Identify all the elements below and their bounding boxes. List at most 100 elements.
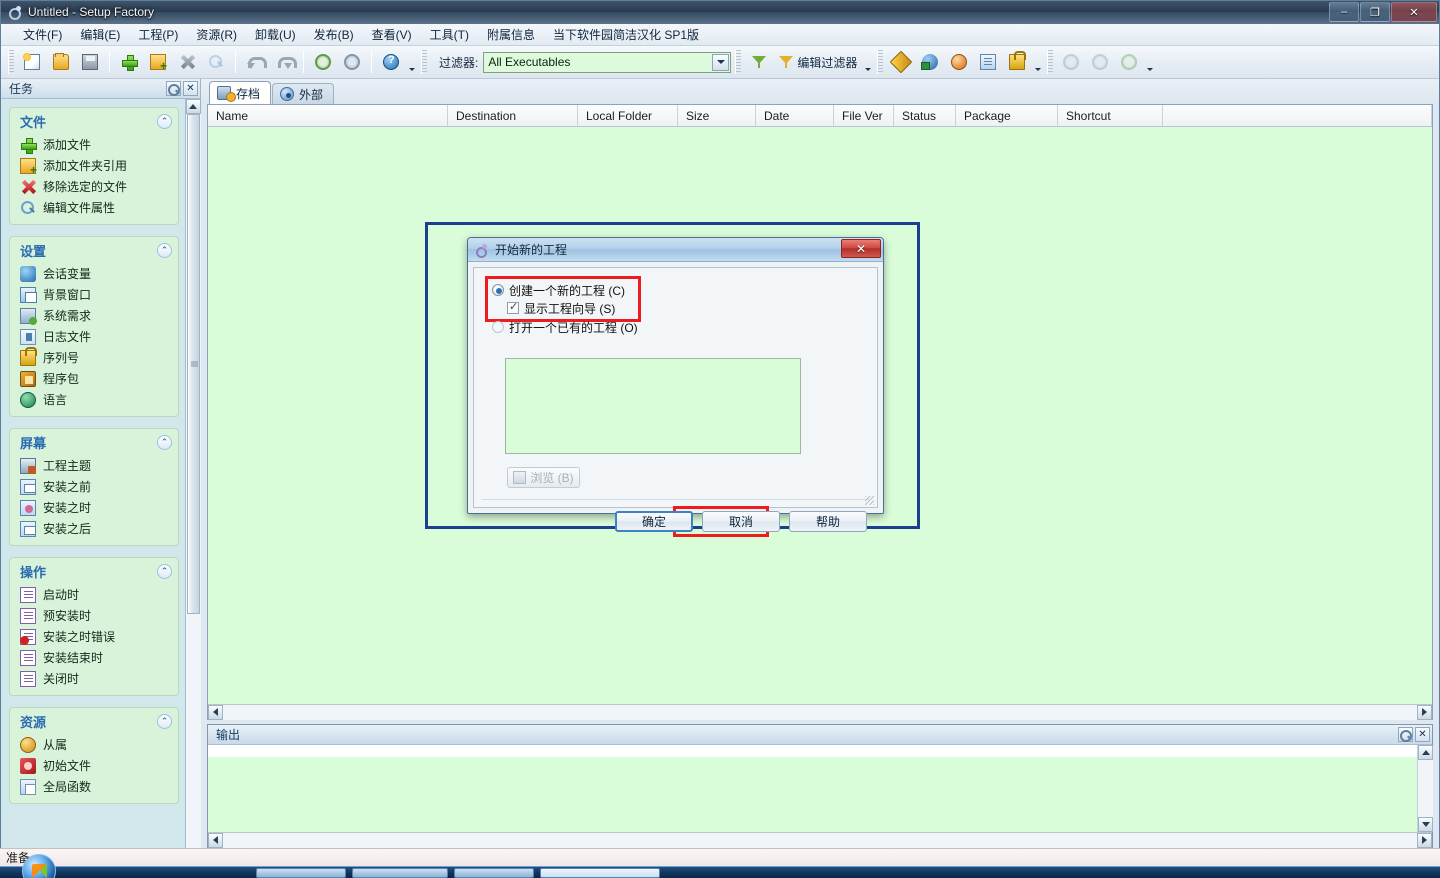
task-item-on-shutdown[interactable]: 关闭时: [10, 668, 178, 689]
cancel-button[interactable]: 取消: [702, 511, 780, 532]
close-button[interactable]: ✕: [1391, 2, 1437, 22]
publish-button[interactable]: [1115, 49, 1143, 75]
edit-filter-button[interactable]: 编辑过滤器: [774, 49, 861, 75]
task-group-header[interactable]: 设置 ⌃: [10, 237, 178, 263]
apply-filter-button[interactable]: [745, 49, 773, 75]
ok-button[interactable]: 确定: [615, 511, 693, 532]
task-item-add-file[interactable]: 添加文件: [10, 134, 178, 155]
task-item-after-install[interactable]: 安装之后: [10, 518, 178, 539]
help-button[interactable]: 帮助: [789, 511, 867, 532]
output-scroll-down-button[interactable]: [1418, 817, 1433, 832]
task-item-remove-selected[interactable]: 移除选定的文件: [10, 176, 178, 197]
output-hscroll-left-button[interactable]: [208, 832, 223, 848]
scroll-track[interactable]: [185, 114, 201, 850]
redo-button[interactable]: [270, 49, 298, 75]
tasks-pane-close-button[interactable]: ✕: [183, 81, 198, 96]
build-more-button[interactable]: [1144, 49, 1155, 75]
scroll-thumb[interactable]: [186, 114, 200, 614]
build-button[interactable]: [1057, 49, 1085, 75]
task-item-project-theme[interactable]: 工程主题: [10, 455, 178, 476]
column-header-size[interactable]: Size: [678, 105, 756, 126]
task-item-edit-properties[interactable]: 编辑文件属性: [10, 197, 178, 218]
column-header-name[interactable]: Name: [208, 105, 448, 126]
output-vscrollbar[interactable]: [1417, 745, 1433, 832]
toolbar-grip-5[interactable]: [1047, 50, 1054, 74]
task-item-before-install[interactable]: 安装之前: [10, 476, 178, 497]
task-item-on-startup[interactable]: 启动时: [10, 584, 178, 605]
tab-archive[interactable]: 存档: [209, 81, 272, 104]
task-item-system-requirements[interactable]: 系统需求: [10, 305, 178, 326]
column-header-file-ver[interactable]: File Ver: [834, 105, 894, 126]
tasks-pane-scrollbar[interactable]: [185, 99, 201, 865]
output-content[interactable]: [208, 757, 1417, 832]
task-item-dependencies[interactable]: 从属: [10, 734, 178, 755]
tasks-pane-pin-button[interactable]: [166, 81, 181, 96]
minimize-button[interactable]: –: [1329, 2, 1359, 22]
browse-button[interactable]: 浏览 (B): [507, 467, 580, 488]
hscroll-right-button[interactable]: [1417, 704, 1432, 720]
column-header-shortcut[interactable]: Shortcut: [1058, 105, 1163, 126]
collapse-chevron-icon[interactable]: ⌃: [157, 713, 172, 729]
menu-about-info[interactable]: 附属信息: [479, 24, 543, 45]
output-hscrollbar[interactable]: [208, 832, 1432, 848]
filter-more-button[interactable]: [862, 49, 873, 75]
collapse-chevron-icon[interactable]: ⌃: [157, 563, 172, 579]
task-item-language[interactable]: 语言: [10, 389, 178, 410]
checkbox-show-wizard[interactable]: 显示工程向导 (S): [507, 299, 615, 317]
script-editor-button[interactable]: [887, 49, 915, 75]
task-group-header[interactable]: 屏幕 ⌃: [10, 429, 178, 455]
menu-resources[interactable]: 资源(R): [188, 24, 245, 45]
menu-view[interactable]: 查看(V): [364, 24, 420, 45]
task-item-log-file[interactable]: 日志文件: [10, 326, 178, 347]
collapse-chevron-icon[interactable]: ⌃: [157, 113, 172, 129]
find-button[interactable]: [202, 49, 230, 75]
network-button[interactable]: [916, 49, 944, 75]
new-project-button[interactable]: [18, 49, 46, 75]
web-button[interactable]: [945, 49, 973, 75]
column-header-destination[interactable]: Destination: [448, 105, 578, 126]
menu-project[interactable]: 工程(P): [130, 24, 186, 45]
build-settings-button[interactable]: [309, 49, 337, 75]
task-item-serial-number[interactable]: 序列号: [10, 346, 178, 368]
hscroll-track[interactable]: [223, 704, 1417, 720]
task-group-header[interactable]: 资源 ⌃: [10, 708, 178, 734]
test-button[interactable]: [1086, 49, 1114, 75]
task-item-session-variables[interactable]: 会话变量: [10, 263, 178, 284]
column-header-status[interactable]: Status: [894, 105, 956, 126]
task-item-background-window[interactable]: 背景窗口: [10, 284, 178, 305]
security-button[interactable]: [1003, 49, 1031, 75]
task-item-on-preinstall[interactable]: 预安装时: [10, 605, 178, 626]
output-hscroll-right-button[interactable]: [1417, 832, 1432, 848]
tools-more-button[interactable]: [1032, 49, 1043, 75]
column-header-date[interactable]: Date: [756, 105, 834, 126]
taskbar-item-active[interactable]: [540, 867, 660, 878]
toolbar-grip-4[interactable]: [877, 50, 884, 74]
menu-build[interactable]: 发布(B): [306, 24, 362, 45]
output-scroll-up-button[interactable]: [1418, 745, 1433, 760]
task-item-on-install-finish[interactable]: 安装结束时: [10, 647, 178, 668]
column-header-local-folder[interactable]: Local Folder: [578, 105, 678, 126]
task-item-during-install[interactable]: 安装之时: [10, 497, 178, 518]
radio-open-existing-project[interactable]: 打开一个已有的工程 (O): [492, 318, 638, 336]
maximize-button[interactable]: ❐: [1360, 2, 1390, 22]
output-text-area[interactable]: [208, 745, 1417, 832]
output-pane-pin-button[interactable]: [1398, 727, 1413, 742]
task-item-add-folder-ref[interactable]: 添加文件夹引用: [10, 155, 178, 177]
hscroll-left-button[interactable]: [208, 704, 223, 720]
taskbar-item-2[interactable]: [352, 867, 448, 878]
column-header-package[interactable]: Package: [956, 105, 1058, 126]
menu-tools[interactable]: 工具(T): [422, 24, 477, 45]
save-project-button[interactable]: [76, 49, 104, 75]
task-group-header[interactable]: 操作 ⌃: [10, 558, 178, 584]
help-dropdown-button[interactable]: [406, 49, 417, 75]
menu-uninstall[interactable]: 卸载(U): [247, 24, 304, 45]
undo-button[interactable]: [241, 49, 269, 75]
file-list-hscrollbar[interactable]: [208, 704, 1432, 720]
task-item-package[interactable]: 程序包: [10, 368, 178, 389]
filter-dropdown-arrow[interactable]: [712, 53, 730, 71]
dialog-close-button[interactable]: ✕: [841, 239, 881, 258]
add-folder-button[interactable]: [144, 49, 172, 75]
menu-edit[interactable]: 编辑(E): [72, 24, 128, 45]
output-scroll-track[interactable]: [1418, 760, 1433, 817]
task-item-global-functions[interactable]: 全局函数: [10, 776, 178, 797]
